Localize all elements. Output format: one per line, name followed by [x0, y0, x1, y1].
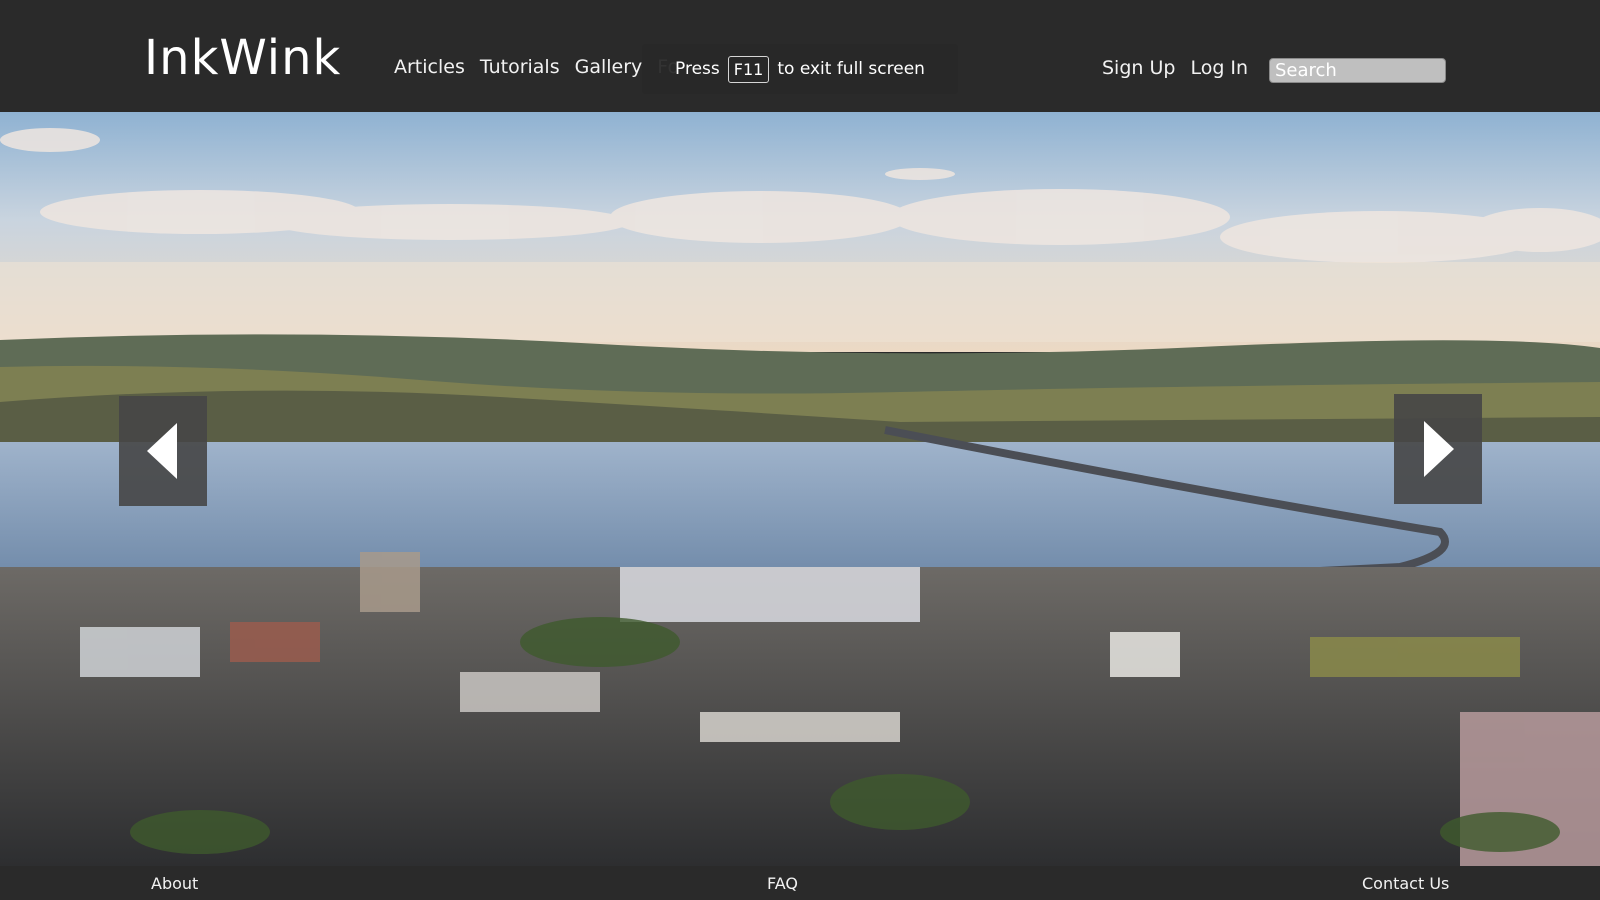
chevron-right-icon [1424, 421, 1454, 477]
hero-photo [0, 112, 1600, 866]
toast-key: F11 [727, 55, 770, 83]
nav-tutorials[interactable]: Tutorials [480, 56, 560, 78]
signup-link[interactable]: Sign Up [1102, 57, 1175, 79]
nav-gallery[interactable]: Gallery [575, 56, 643, 78]
footer-contact-link[interactable]: Contact Us [1362, 874, 1449, 893]
footer-about-link[interactable]: About [151, 874, 198, 893]
search-input[interactable] [1269, 58, 1446, 83]
nav-articles[interactable]: Articles [394, 56, 465, 78]
auth-links: Sign Up Log In [1102, 57, 1248, 79]
fullscreen-toast: Press F11 to exit full screen [642, 44, 958, 94]
site-logo[interactable]: InkWink [144, 30, 341, 86]
prev-slide-button[interactable] [119, 396, 207, 506]
chevron-left-icon [147, 423, 177, 479]
toast-press: Press [675, 59, 720, 79]
main-nav: Articles Tutorials Gallery Fo [394, 56, 679, 78]
site-footer: About FAQ Contact Us [0, 866, 1600, 900]
next-slide-button[interactable] [1394, 394, 1482, 504]
login-link[interactable]: Log In [1190, 57, 1248, 79]
footer-faq-link[interactable]: FAQ [767, 874, 798, 893]
hero-slideshow [0, 112, 1600, 866]
toast-message: to exit full screen [777, 59, 925, 79]
